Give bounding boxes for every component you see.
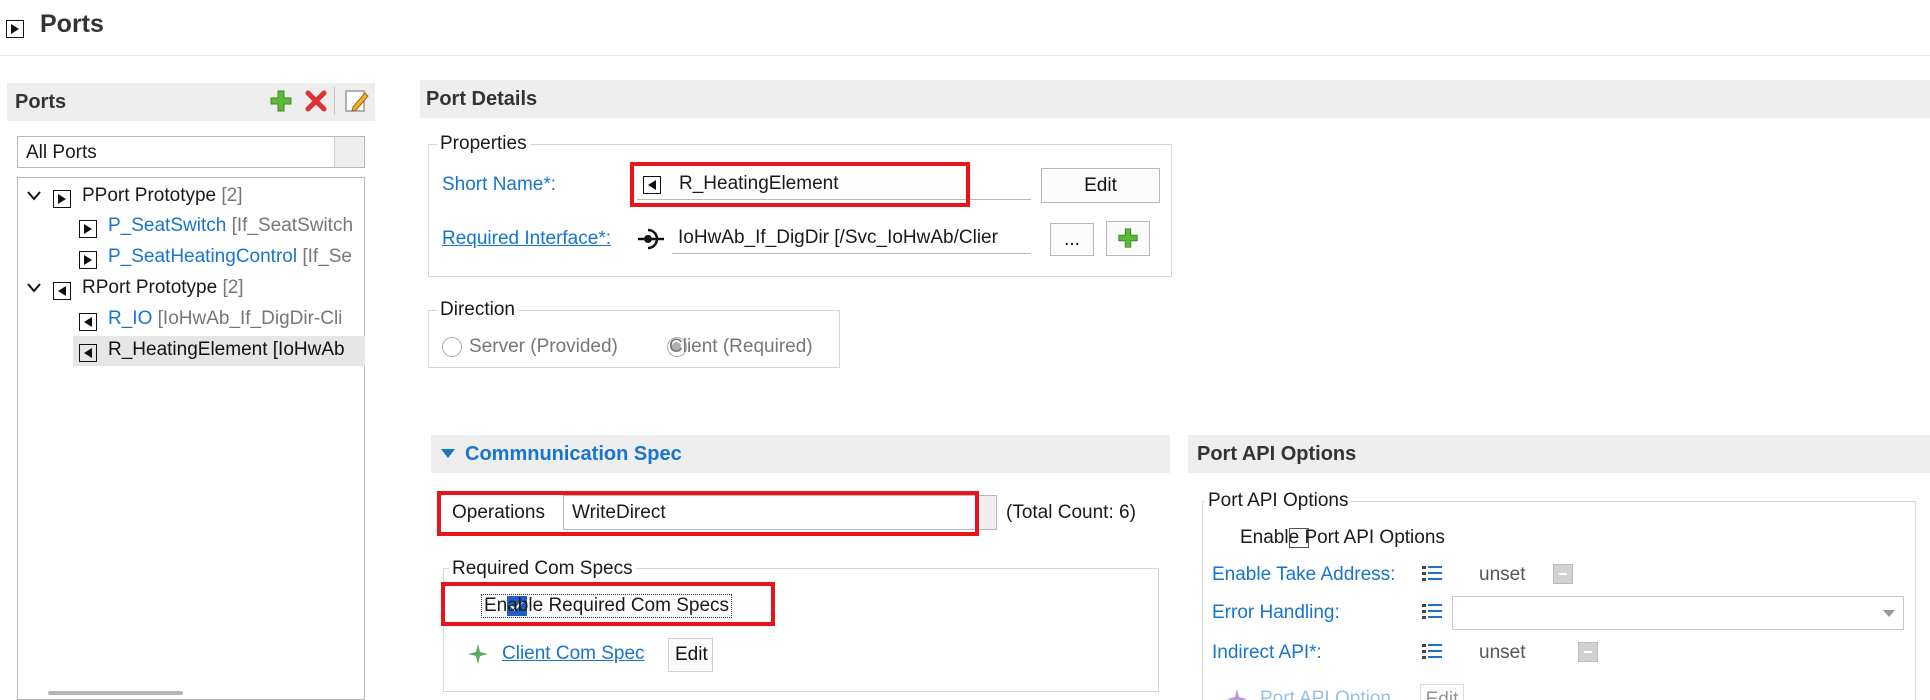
chevron-down-icon[interactable] xyxy=(27,282,41,294)
tree-item-label: P_SeatHeatingControl [If_Se xyxy=(108,246,353,267)
ports-panel-title: Ports xyxy=(15,91,67,113)
port-details-title: Port Details xyxy=(426,88,538,110)
required-port-icon xyxy=(53,281,71,300)
tree-item-p-seatswitch[interactable]: P_SeatSwitch [If_SeatSwitch xyxy=(18,212,353,242)
tree-item-label: R_IO [IoHwAb_If_DigDir-Cli xyxy=(108,308,343,329)
port-tree: PPort Prototype [2] P_SeatSwitch [If_Sea… xyxy=(17,177,365,700)
port-filter-combo[interactable]: All Ports xyxy=(17,136,365,168)
short-name-edit-button[interactable]: Edit xyxy=(1041,168,1160,203)
horizontal-scrollbar[interactable] xyxy=(48,691,183,695)
operations-highlight xyxy=(437,491,979,536)
provided-port-icon xyxy=(79,219,97,238)
list-icon[interactable] xyxy=(1421,564,1443,582)
client-com-spec-link[interactable]: Client Com Spec xyxy=(502,643,645,665)
required-port-icon xyxy=(79,312,97,331)
tree-item-r-io[interactable]: R_IO [IoHwAb_If_DigDir-Cli xyxy=(18,305,342,335)
required-interface-value: IoHwAb_If_DigDir [/Svc_IoHwAb/Clier xyxy=(678,227,998,248)
take-address-reset-button[interactable] xyxy=(1553,563,1574,584)
add-port-icon[interactable] xyxy=(269,89,293,113)
port-details-header: Port Details xyxy=(420,80,1930,118)
comm-spec-header[interactable]: Commnunication Spec xyxy=(431,435,1170,473)
direction-group-label: Direction xyxy=(437,299,518,321)
short-name-label: Short Name*: xyxy=(442,174,557,195)
port-api-header: Port API Options xyxy=(1188,435,1930,473)
list-icon[interactable] xyxy=(1421,642,1443,660)
operations-dropdown-button[interactable] xyxy=(976,496,996,529)
ports-panel-header: Ports xyxy=(7,83,375,121)
add-icon xyxy=(1118,228,1138,249)
chevron-down-icon[interactable] xyxy=(1883,610,1895,618)
port-api-group-label: Port API Options xyxy=(1205,490,1352,512)
provided-port-icon xyxy=(53,189,71,208)
port-filter-value: All Ports xyxy=(26,142,97,163)
required-com-specs-label: Required Com Specs xyxy=(449,558,636,580)
enable-port-api-label[interactable]: Enable Port API Options xyxy=(1240,527,1445,549)
take-address-value: unset xyxy=(1479,564,1526,585)
indirect-api-value: unset xyxy=(1479,642,1526,663)
port-api-title: Port API Options xyxy=(1197,443,1357,465)
required-port-icon xyxy=(79,343,97,362)
chevron-down-icon[interactable] xyxy=(27,190,41,202)
port-filter-dropdown-button[interactable] xyxy=(334,137,364,167)
tree-group-label: PPort Prototype [2] xyxy=(82,185,243,206)
browse-interface-button[interactable]: ... xyxy=(1050,223,1094,256)
page-header: Ports xyxy=(0,0,1930,56)
required-interface-field[interactable]: IoHwAb_If_DigDir [/Svc_IoHwAb/Clier xyxy=(672,222,1031,254)
triangle-down-icon[interactable] xyxy=(441,449,455,459)
collapse-toggle-icon[interactable] xyxy=(6,19,24,38)
tree-group-label: RPort Prototype [2] xyxy=(82,277,244,298)
direction-server-label: Server (Provided) xyxy=(469,336,618,357)
take-address-label: Enable Take Address: xyxy=(1212,564,1396,585)
option-star-icon xyxy=(1227,689,1247,700)
tree-item-label: P_SeatSwitch [If_SeatSwitch xyxy=(108,215,354,236)
tree-item-label: R_HeatingElement [IoHwAb xyxy=(108,339,345,360)
error-handling-combo[interactable] xyxy=(1452,596,1904,630)
direction-server-radio[interactable] xyxy=(442,336,462,357)
provided-port-icon xyxy=(79,250,97,269)
client-interface-icon xyxy=(638,228,664,250)
comm-spec-title: Commnunication Spec xyxy=(465,443,682,465)
enable-required-highlight xyxy=(441,582,775,626)
rename-port-icon[interactable] xyxy=(344,88,370,114)
indirect-api-label: Indirect API*: xyxy=(1212,642,1322,663)
total-count-label: (Total Count: 6) xyxy=(1006,502,1136,523)
tree-group-pport[interactable]: PPort Prototype [2] xyxy=(18,182,243,212)
required-interface-link[interactable]: Required Interface*: xyxy=(442,228,611,250)
toolbar-divider xyxy=(334,87,335,115)
properties-group-label: Properties xyxy=(437,133,530,155)
port-api-option-row: Port API Option Edit xyxy=(1202,684,1916,700)
error-handling-label: Error Handling: xyxy=(1212,602,1340,623)
direction-client-label: Client (Required) xyxy=(669,336,813,357)
tree-item-r-heatingelement[interactable]: R_HeatingElement [IoHwAb xyxy=(73,336,365,366)
short-name-highlight xyxy=(630,162,970,207)
com-spec-star-icon xyxy=(468,644,488,664)
add-interface-button[interactable] xyxy=(1106,221,1150,256)
list-icon[interactable] xyxy=(1421,602,1443,620)
port-api-option-link[interactable]: Port API Option xyxy=(1260,688,1391,700)
client-com-spec-edit-button[interactable]: Edit xyxy=(668,638,713,672)
delete-port-icon[interactable] xyxy=(304,89,328,113)
port-api-option-edit-button[interactable]: Edit xyxy=(1420,684,1464,700)
tree-group-rport[interactable]: RPort Prototype [2] xyxy=(18,274,244,304)
tree-item-p-seatheatingcontrol[interactable]: P_SeatHeatingControl [If_Se xyxy=(18,243,352,273)
indirect-api-reset-button[interactable] xyxy=(1578,641,1599,662)
page-title: Ports xyxy=(40,10,104,38)
